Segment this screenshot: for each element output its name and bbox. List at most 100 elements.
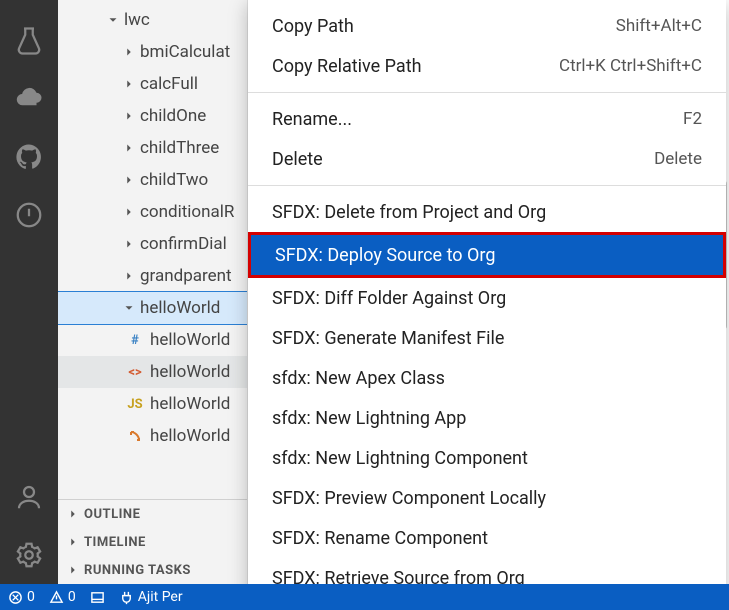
tree-label: childThree [140, 138, 219, 158]
tree-file[interactable]: <> helloWorld [58, 356, 247, 388]
chevron-down-icon [106, 13, 120, 27]
github-icon[interactable] [0, 128, 58, 186]
menu-label: Copy Relative Path [272, 56, 422, 77]
error-icon [8, 590, 23, 605]
chevron-right-icon [122, 237, 136, 251]
status-bar: 0 0 Ajit Per [0, 584, 729, 610]
menu-label: Copy Path [272, 16, 354, 37]
tree-label: calcFull [140, 74, 198, 94]
status-user: Ajit Per [138, 589, 183, 605]
layout-icon [90, 590, 105, 605]
menu-shortcut: Ctrl+K Ctrl+Shift+C [559, 56, 702, 76]
status-warning-count: 0 [68, 589, 76, 605]
status-org-connection[interactable]: Ajit Per [119, 589, 183, 605]
menu-label: SFDX: Generate Manifest File [272, 328, 504, 349]
section-outline[interactable]: OUTLINE [58, 500, 247, 528]
status-errors[interactable]: 0 [8, 589, 35, 605]
tree-label: helloWorld [140, 298, 220, 318]
section-running-tasks[interactable]: RUNNING TASKS [58, 556, 247, 584]
chevron-right-icon [122, 45, 136, 59]
tree-folder[interactable]: bmiCalculat [58, 36, 247, 68]
css-file-icon: # [126, 331, 144, 349]
menu-label: Rename... [272, 109, 352, 130]
menu-shortcut: Delete [654, 149, 702, 169]
menu-sfdx-new-lightning-app[interactable]: sfdx: New Lightning App [248, 398, 726, 438]
menu-shortcut: F2 [683, 109, 702, 129]
menu-sfdx-diff[interactable]: SFDX: Diff Folder Against Org [248, 278, 726, 318]
menu-sfdx-new-lightning-component[interactable]: sfdx: New Lightning Component [248, 438, 726, 478]
tree-file[interactable]: # helloWorld [58, 324, 247, 356]
menu-label: sfdx: New Lightning Component [272, 448, 528, 469]
menu-sfdx-retrieve[interactable]: SFDX: Retrieve Source from Org [248, 558, 726, 584]
gear-icon[interactable] [0, 526, 58, 584]
menu-separator [248, 185, 726, 186]
chevron-right-icon [122, 173, 136, 187]
chevron-right-icon [122, 141, 136, 155]
tree-folder[interactable]: childThree [58, 132, 247, 164]
tree-folder[interactable]: childTwo [58, 164, 247, 196]
account-icon[interactable] [0, 468, 58, 526]
menu-sfdx-manifest[interactable]: SFDX: Generate Manifest File [248, 318, 726, 358]
plug-icon [119, 590, 134, 605]
tree-label: childTwo [140, 170, 208, 190]
menu-sfdx-new-apex[interactable]: sfdx: New Apex Class [248, 358, 726, 398]
tree-label: lwc [124, 10, 150, 30]
warning-icon[interactable] [0, 186, 58, 244]
tree-folder[interactable]: calcFull [58, 68, 247, 100]
section-label: OUTLINE [84, 507, 140, 522]
tree-label: childOne [140, 106, 206, 126]
menu-label: SFDX: Retrieve Source from Org [272, 568, 525, 585]
section-label: TIMELINE [84, 535, 146, 550]
tree-label: helloWorld [150, 330, 230, 350]
tree-label: helloWorld [150, 426, 230, 446]
file-tree: lwc bmiCalculat calcFull childOne childT… [58, 0, 247, 499]
chevron-right-icon [122, 77, 136, 91]
menu-sfdx-delete[interactable]: SFDX: Delete from Project and Org [248, 192, 726, 232]
chevron-right-icon [122, 269, 136, 283]
tree-label: bmiCalculat [140, 42, 230, 62]
section-timeline[interactable]: TIMELINE [58, 528, 247, 556]
status-error-count: 0 [27, 589, 35, 605]
menu-label: sfdx: New Apex Class [272, 368, 445, 389]
annotation-highlight-box: SFDX: Deploy Source to Org [248, 232, 726, 278]
chevron-right-icon [66, 563, 80, 577]
tree-folder[interactable]: conditionalR [58, 196, 247, 228]
tree-label: grandparent [140, 266, 232, 286]
beaker-icon[interactable] [0, 12, 58, 70]
explorer-sidebar: lwc bmiCalculat calcFull childOne childT… [58, 0, 248, 584]
tree-label: helloWorld [150, 362, 230, 382]
cloud-icon[interactable] [0, 70, 58, 128]
html-file-icon: <> [126, 363, 144, 381]
tree-file[interactable]: helloWorld [58, 420, 247, 452]
menu-delete[interactable]: Delete Delete [248, 139, 726, 179]
menu-sfdx-rename[interactable]: SFDX: Rename Component [248, 518, 726, 558]
menu-label: SFDX: Rename Component [272, 528, 488, 549]
chevron-right-icon [66, 507, 80, 521]
menu-label: Delete [272, 149, 323, 170]
chevron-down-icon [122, 301, 136, 315]
menu-label: SFDX: Delete from Project and Org [272, 202, 546, 223]
context-menu: Copy PathShift+Alt+C Copy Relative PathC… [248, 0, 726, 584]
menu-sfdx-preview[interactable]: SFDX: Preview Component Locally [248, 478, 726, 518]
tree-folder[interactable]: childOne [58, 100, 247, 132]
activity-bar [0, 0, 58, 584]
tree-folder-helloworld[interactable]: helloWorld [58, 292, 247, 324]
menu-separator [248, 92, 726, 93]
menu-label: sfdx: New Lightning App [272, 408, 466, 429]
menu-shortcut: Shift+Alt+C [616, 16, 702, 36]
tree-folder[interactable]: confirmDial [58, 228, 247, 260]
menu-label: SFDX: Diff Folder Against Org [272, 288, 506, 309]
tree-folder-lwc[interactable]: lwc [58, 4, 247, 36]
tree-file[interactable]: JShelloWorld [58, 388, 247, 420]
status-panel-layout[interactable] [90, 590, 105, 605]
menu-rename[interactable]: Rename... F2 [248, 99, 726, 139]
tree-label: helloWorld [150, 394, 230, 414]
tree-folder[interactable]: grandparent [58, 260, 247, 292]
status-warnings[interactable]: 0 [49, 589, 76, 605]
chevron-right-icon [66, 535, 80, 549]
menu-label: SFDX: Preview Component Locally [272, 488, 546, 509]
menu-copy-path[interactable]: Copy Path Shift+Alt+C [248, 6, 726, 46]
tree-label: confirmDial [140, 234, 227, 254]
menu-sfdx-deploy[interactable]: SFDX: Deploy Source to Org [251, 235, 723, 275]
menu-copy-relative-path[interactable]: Copy Relative Path Ctrl+K Ctrl+Shift+C [248, 46, 726, 86]
